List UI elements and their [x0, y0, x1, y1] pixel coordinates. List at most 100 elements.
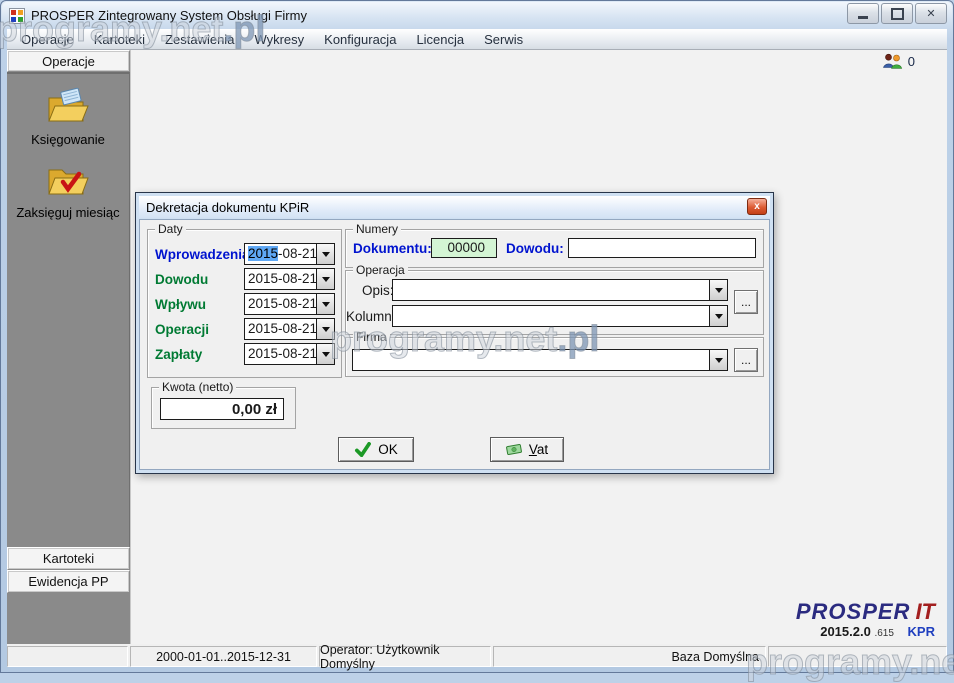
chevron-down-icon — [322, 277, 330, 286]
menu-licencja[interactable]: Licencja — [406, 30, 474, 49]
dropdown-button[interactable] — [316, 319, 334, 339]
sidebar-item-label: Księgowanie — [31, 132, 105, 147]
menu-serwis[interactable]: Serwis — [474, 30, 533, 49]
group-operacja: Operacja Opis: Kolumna: ... — [345, 270, 764, 335]
chevron-down-icon — [715, 358, 723, 367]
firma-browse-button[interactable]: ... — [734, 348, 758, 372]
title-bar[interactable]: PROSPER Zintegrowany System Obsługi Firm… — [2, 2, 952, 29]
maximize-icon — [891, 8, 904, 20]
chevron-down-icon — [322, 302, 330, 311]
ok-button[interactable]: OK — [338, 437, 414, 462]
dokument-number-field[interactable]: 00000 — [431, 238, 497, 258]
menu-konfiguracja[interactable]: Konfiguracja — [314, 30, 406, 49]
close-icon: ✕ — [926, 7, 935, 20]
users-icon — [882, 53, 903, 69]
folder-document-icon — [46, 87, 90, 127]
menu-wykresy[interactable]: Wykresy — [244, 30, 314, 49]
sidebar-item-ewidencja-pp[interactable]: Ewidencja PP — [7, 570, 130, 593]
ok-button-label: OK — [378, 442, 398, 457]
date-value: 2015-08-21 — [245, 269, 316, 289]
dialog-close-button[interactable]: x — [747, 198, 767, 215]
chevron-down-icon — [715, 314, 723, 323]
opis-value — [393, 280, 709, 300]
prosper-logo: PROSPERIT 2015.2.0 .615 KPR — [796, 600, 935, 639]
sidebar-item-kartoteki[interactable]: Kartoteki — [7, 547, 130, 570]
logo-build: .615 — [874, 628, 893, 639]
label-dokumentu: Dokumentu: — [353, 241, 432, 256]
sidebar-bottom-buttons: Kartoteki Ewidencja PP — [7, 547, 130, 593]
date-value: 2015-08-21 — [245, 294, 316, 314]
date-combo-zaplaty[interactable]: 2015-08-21 — [244, 343, 335, 365]
group-kwota-legend: Kwota (netto) — [159, 380, 236, 394]
dialog-title-bar[interactable]: Dekretacja dokumentu KPiR — [139, 196, 770, 218]
chevron-down-icon — [715, 288, 723, 297]
sidebar: Operacje Księgowanie — [7, 50, 130, 644]
chevron-down-icon — [322, 252, 330, 261]
dropdown-button[interactable] — [709, 280, 727, 300]
status-operator: Operator: Użytkownik Domyślny — [319, 646, 491, 667]
sidebar-item-zaksieguj-miesiac[interactable]: Zaksięguj miesiąc — [7, 160, 129, 220]
minimize-button[interactable] — [847, 3, 879, 24]
group-firma: Firma ... — [345, 337, 764, 377]
sidebar-tool-panel: Księgowanie Zaksięguj miesiąc — [7, 72, 130, 547]
label-wplywu: Wpływu — [155, 297, 206, 312]
opis-combo[interactable] — [392, 279, 728, 301]
logo-module: KPR — [908, 624, 935, 639]
date-combo-wprowadzenia[interactable]: 2015-08-21 — [244, 243, 335, 265]
maximize-button[interactable] — [881, 3, 913, 24]
sidebar-header-operacje[interactable]: Operacje — [7, 50, 130, 72]
chevron-down-icon — [322, 352, 330, 361]
date-value: 2015-08-21 — [245, 244, 316, 264]
menu-zestawienia[interactable]: Zestawienia — [155, 30, 244, 49]
group-daty-legend: Daty — [155, 222, 186, 236]
group-numery: Numery Dokumentu: 00000 Dowodu: — [345, 229, 764, 268]
logo-version: 2015.2.0 — [820, 624, 871, 639]
chevron-down-icon — [322, 327, 330, 336]
date-combo-operacji[interactable]: 2015-08-21 — [244, 318, 335, 340]
sidebar-header-label: Operacje — [42, 54, 95, 69]
date-value: 2015-08-21 — [245, 344, 316, 364]
dropdown-button[interactable] — [316, 269, 334, 289]
group-numery-legend: Numery — [353, 222, 401, 236]
logo-brand-text: PROSPER — [796, 599, 911, 624]
status-panel-right — [768, 646, 947, 667]
group-firma-legend: Firma — [353, 330, 390, 344]
logo-brand-it-text: IT — [915, 599, 935, 624]
menu-operacje[interactable]: Operacje — [11, 30, 84, 49]
online-users-count: 0 — [908, 54, 915, 69]
group-operacja-legend: Operacja — [353, 263, 408, 277]
kwota-netto-input[interactable]: 0,00 zł — [160, 398, 284, 420]
sidebar-item-label: Kartoteki — [43, 551, 94, 566]
sidebar-item-label: Ewidencja PP — [28, 574, 108, 589]
window-controls: ✕ — [847, 3, 947, 24]
vat-button-label: Vat — [529, 442, 548, 457]
dropdown-button[interactable] — [316, 244, 334, 264]
label-opis: Opis: — [362, 283, 394, 298]
sidebar-item-label: Zaksięguj miesiąc — [16, 205, 119, 220]
label-dowodu-numer: Dowodu: — [506, 241, 564, 256]
group-kwota: Kwota (netto) 0,00 zł — [151, 387, 296, 429]
status-panel-empty — [7, 646, 128, 667]
sidebar-item-ksiegowanie[interactable]: Księgowanie — [7, 87, 129, 147]
kolumna-combo[interactable] — [392, 305, 728, 327]
menu-kartoteki[interactable]: Kartoteki — [84, 30, 155, 49]
date-combo-dowodu[interactable]: 2015-08-21 — [244, 268, 335, 290]
online-users-indicator: 0 — [882, 53, 915, 69]
label-operacji: Operacji — [155, 322, 209, 337]
firma-combo[interactable] — [352, 349, 728, 371]
menu-bar: Operacje Kartoteki Zestawienia Wykresy K… — [7, 29, 947, 50]
status-database: Baza Domyślna — [493, 646, 766, 667]
dropdown-button[interactable] — [316, 294, 334, 314]
folder-check-icon — [46, 160, 90, 200]
kolumna-value — [393, 306, 709, 326]
vat-button[interactable]: Vat — [490, 437, 564, 462]
dropdown-button[interactable] — [709, 306, 727, 326]
operacja-browse-button[interactable]: ... — [734, 290, 758, 314]
window-title: PROSPER Zintegrowany System Obsługi Firm… — [31, 8, 307, 23]
close-button[interactable]: ✕ — [915, 3, 947, 24]
dowod-number-input[interactable] — [568, 238, 756, 258]
dialog-body: Daty Wprowadzenia 2015-08-21 Dowodu 2015… — [139, 219, 770, 470]
dropdown-button[interactable] — [316, 344, 334, 364]
date-combo-wplywu[interactable]: 2015-08-21 — [244, 293, 335, 315]
dropdown-button[interactable] — [709, 350, 727, 370]
